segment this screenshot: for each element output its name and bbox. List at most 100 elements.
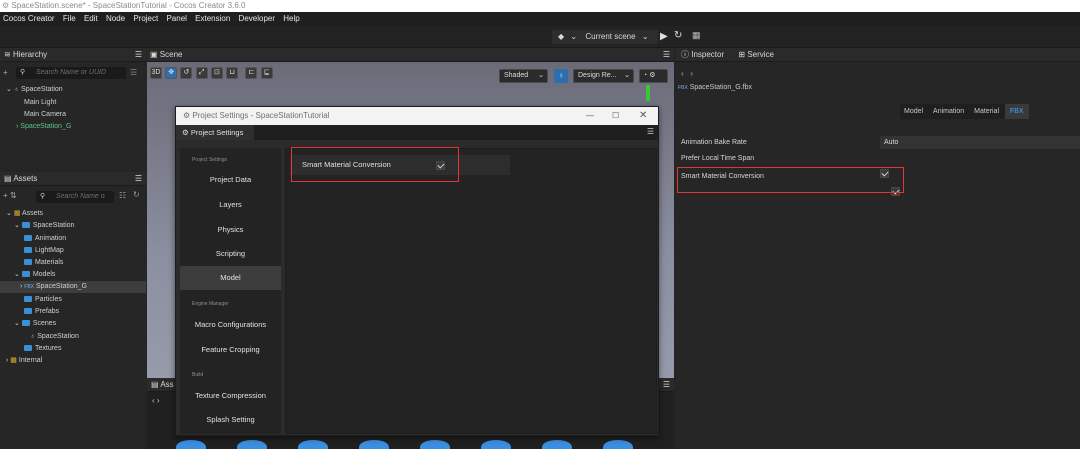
chevron-down-icon: ⌄ <box>6 86 12 93</box>
rotate-tool-icon[interactable]: ↺ <box>180 67 193 79</box>
tree-node-main-light[interactable]: Main Light <box>24 97 56 109</box>
menu-project[interactable]: Project <box>133 14 158 23</box>
nav-arrows[interactable]: ‹ › <box>681 69 693 78</box>
minimize-button[interactable]: — <box>586 107 594 125</box>
subtab-fbx[interactable]: FBX <box>1004 104 1029 119</box>
prop-bake-rate-select[interactable]: Auto <box>880 136 1080 149</box>
chevron-down-icon: ⌄ <box>14 271 20 278</box>
inspector-file-row: FBX SpaceStation_G.fbx <box>678 84 752 91</box>
assets-search-input[interactable]: ⚲ Search Name o <box>36 191 114 203</box>
scene-tab[interactable]: ▣ Scene <box>150 50 182 59</box>
nav-feature-cropping[interactable]: Feature Cropping <box>180 338 281 362</box>
grid-icon[interactable]: ▦ <box>692 30 701 41</box>
nav-layers[interactable]: Layers <box>180 193 281 217</box>
sort-icon[interactable]: ☷ <box>119 191 126 200</box>
asset-thumbnail[interactable] <box>298 440 328 449</box>
nav-project-data[interactable]: Project Data <box>180 168 281 192</box>
hierarchy-search-input[interactable]: ⚲ Search Name or UUID <box>16 67 126 79</box>
menu-icon[interactable]: ☰ <box>663 48 670 61</box>
nav-splash-setting[interactable]: Splash Setting <box>180 408 281 432</box>
gear-icon: ⚙ <box>649 72 656 79</box>
add-asset-button[interactable]: + ⇅ <box>3 191 17 200</box>
menu-icon[interactable]: ☰ <box>135 48 142 62</box>
nav-texture-compression[interactable]: Texture Compression <box>180 384 281 408</box>
move-tool-icon[interactable]: ✥ <box>165 67 178 79</box>
inspector-panel: ⓘ Inspector ⊞ Service ‹ › FBX SpaceStati… <box>676 48 1080 449</box>
asset-folder-animation[interactable]: Animation <box>24 233 66 245</box>
nav-scripting[interactable]: Scripting <box>180 242 281 266</box>
asset-thumbnail[interactable] <box>176 440 206 449</box>
play-button[interactable]: ▶ <box>660 31 668 42</box>
nav-macro-configurations[interactable]: Macro Configurations <box>180 313 281 337</box>
menu-help[interactable]: Help <box>283 14 299 23</box>
asset-folder-spacestation[interactable]: ⌄ SpaceStation <box>14 220 74 232</box>
asset-thumbnail[interactable] <box>603 440 633 449</box>
asset-thumbnail[interactable] <box>481 440 511 449</box>
asset-thumbnail[interactable] <box>542 440 572 449</box>
tree-node-main-camera[interactable]: Main Camera <box>24 109 66 121</box>
scale-tool-icon[interactable]: ⤢ <box>195 67 208 79</box>
asset-fbx-spacestation-g[interactable]: › FBX SpaceStation_G <box>20 281 87 293</box>
menu-icon[interactable]: ☰ <box>647 127 654 136</box>
pivot-icon[interactable]: ⊏ <box>245 67 258 79</box>
gear-icon: ⚙ <box>182 128 189 137</box>
settings-content: Smart Material Conversion <box>285 147 657 434</box>
asset-thumbnail[interactable] <box>359 440 389 449</box>
asset-thumbnail[interactable] <box>237 440 267 449</box>
asset-thumbnail[interactable] <box>420 440 450 449</box>
asset-folder-materials[interactable]: Materials <box>24 257 63 269</box>
transform-tool-icon[interactable]: ⊔ <box>226 67 239 79</box>
collapse-icon[interactable]: ☰ <box>130 68 137 77</box>
menu-icon[interactable]: ☰ <box>135 172 142 186</box>
asset-folder-particles[interactable]: Particles <box>24 294 62 306</box>
lightbulb-button[interactable]: ♀ <box>554 69 568 83</box>
subtab-animation[interactable]: Animation <box>929 108 968 115</box>
subtab-material[interactable]: Material <box>970 108 1003 115</box>
nav-back-icon[interactable]: ‹ › <box>152 396 160 405</box>
folder-icon <box>24 259 32 265</box>
chevron-right-icon: › <box>20 283 23 290</box>
refresh-icon[interactable]: ↻ <box>674 30 682 41</box>
app-icon: ⚙ <box>2 1 12 10</box>
asset-scene-spacestation[interactable]: ♁ SpaceStation <box>30 331 79 343</box>
add-node-button[interactable]: + <box>3 68 8 77</box>
menu-edit[interactable]: Edit <box>84 14 98 23</box>
project-settings-tab[interactable]: ⚙ Project Settings <box>176 125 254 140</box>
hierarchy-tab[interactable]: ≋ Hierarchy ☰ <box>0 48 146 62</box>
asset-folder-models[interactable]: ⌄ Models <box>14 269 55 281</box>
service-tab[interactable]: ⊞ Service <box>738 50 774 59</box>
asset-assets[interactable]: ⌄ ▦ Assets <box>6 208 43 220</box>
menu-cocos-creator[interactable]: Cocos Creator <box>3 14 55 23</box>
menu-icon[interactable]: ☰ <box>663 378 670 392</box>
menu-extension[interactable]: Extension <box>195 14 230 23</box>
maximize-button[interactable]: ☐ <box>612 107 619 125</box>
tree-node-root[interactable]: ⌄ ♁ SpaceStation <box>6 84 63 96</box>
asset-folder-prefabs[interactable]: Prefabs <box>24 306 59 318</box>
design-resolution-dropdown[interactable]: Design Re... ⌄ <box>573 69 634 83</box>
current-scene-label: Current scene <box>585 32 636 41</box>
inspector-tab[interactable]: ⓘ Inspector <box>681 50 724 59</box>
close-button[interactable]: ✕ <box>639 107 647 125</box>
menu-node[interactable]: Node <box>106 14 125 23</box>
refresh-icon[interactable]: ↻ <box>133 190 140 199</box>
camera-settings-button[interactable]: ◔ ⚙ <box>639 69 668 83</box>
nav-physics[interactable]: Physics <box>180 218 281 242</box>
tree-node-spacestation-g[interactable]: › SpaceStation_G <box>16 121 71 133</box>
assets-tab[interactable]: ▤ Assets ☰ <box>0 172 146 186</box>
asset-folder-scenes[interactable]: ⌄ Scenes <box>14 318 56 330</box>
nav-model[interactable]: Model <box>180 266 281 290</box>
asset-folder-textures[interactable]: Textures <box>24 343 61 355</box>
local-space-icon[interactable]: ⊑ <box>260 67 273 79</box>
current-scene-select[interactable]: ◆ ⌄ Current scene ⌄ <box>552 30 658 44</box>
asset-internal[interactable]: › ▦ Internal <box>6 355 42 367</box>
scene-node-icon: ♁ <box>13 86 20 93</box>
menu-file[interactable]: File <box>63 14 76 23</box>
rect-tool-icon[interactable]: ⊡ <box>210 67 223 79</box>
asset-folder-lightmap[interactable]: LightMap <box>24 245 64 257</box>
subtab-model[interactable]: Model <box>900 108 927 115</box>
menu-developer[interactable]: Developer <box>239 14 275 23</box>
shading-dropdown[interactable]: Shaded ⌄ <box>499 69 548 83</box>
camera-icon: ◔ <box>643 72 648 79</box>
menu-panel[interactable]: Panel <box>166 14 186 23</box>
mode-3d-button[interactable]: 3D <box>150 67 162 79</box>
